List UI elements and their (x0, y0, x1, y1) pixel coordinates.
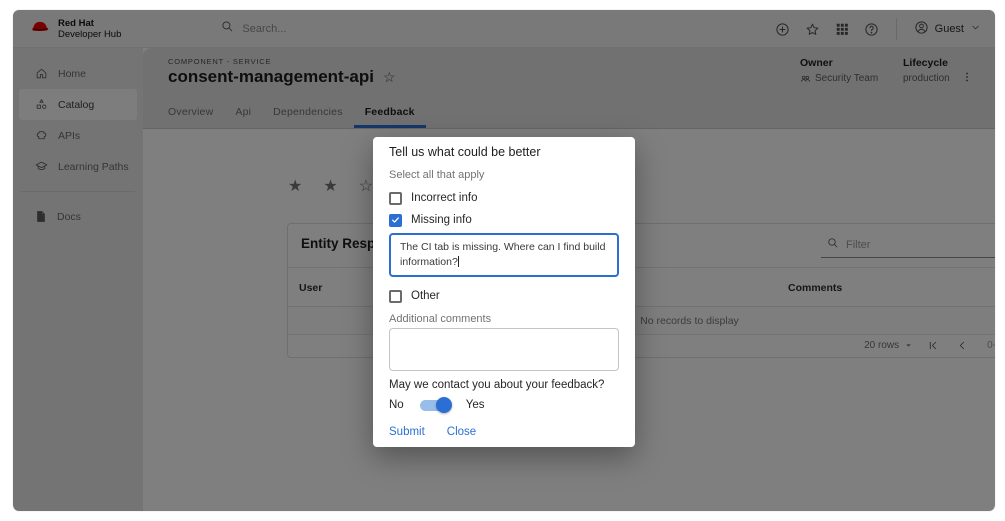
contact-toggle-row: No Yes (389, 396, 619, 414)
checkbox-incorrect-info[interactable]: Incorrect info (389, 187, 619, 209)
modal-actions: Submit Close (389, 426, 619, 438)
app-window: Red Hat Developer Hub (13, 10, 995, 511)
feedback-text: The CI tab is missing. Where can I find … (400, 241, 605, 268)
checkbox-unchecked-icon (389, 192, 402, 205)
checkbox-unchecked-icon (389, 290, 402, 303)
modal-subtitle: Select all that apply (389, 169, 619, 181)
contact-question: May we contact you about your feedback? (389, 379, 619, 391)
contact-toggle[interactable] (418, 396, 452, 414)
text-cursor (458, 256, 459, 267)
toggle-off-label: No (389, 399, 404, 411)
checkbox-missing-info[interactable]: Missing info (389, 209, 619, 231)
checkbox-checked-icon (389, 214, 402, 227)
feedback-textarea[interactable]: The CI tab is missing. Where can I find … (389, 233, 619, 277)
close-button[interactable]: Close (447, 426, 476, 438)
checkbox-other[interactable]: Other (389, 285, 619, 307)
additional-comments-textarea[interactable] (389, 328, 619, 371)
additional-comments-label: Additional comments (389, 313, 619, 325)
feedback-modal: Tell us what could be better Select all … (373, 137, 635, 447)
toggle-on-label: Yes (466, 399, 485, 411)
toggle-thumb (436, 397, 452, 413)
modal-title: Tell us what could be better (389, 145, 619, 159)
submit-button[interactable]: Submit (389, 426, 425, 438)
